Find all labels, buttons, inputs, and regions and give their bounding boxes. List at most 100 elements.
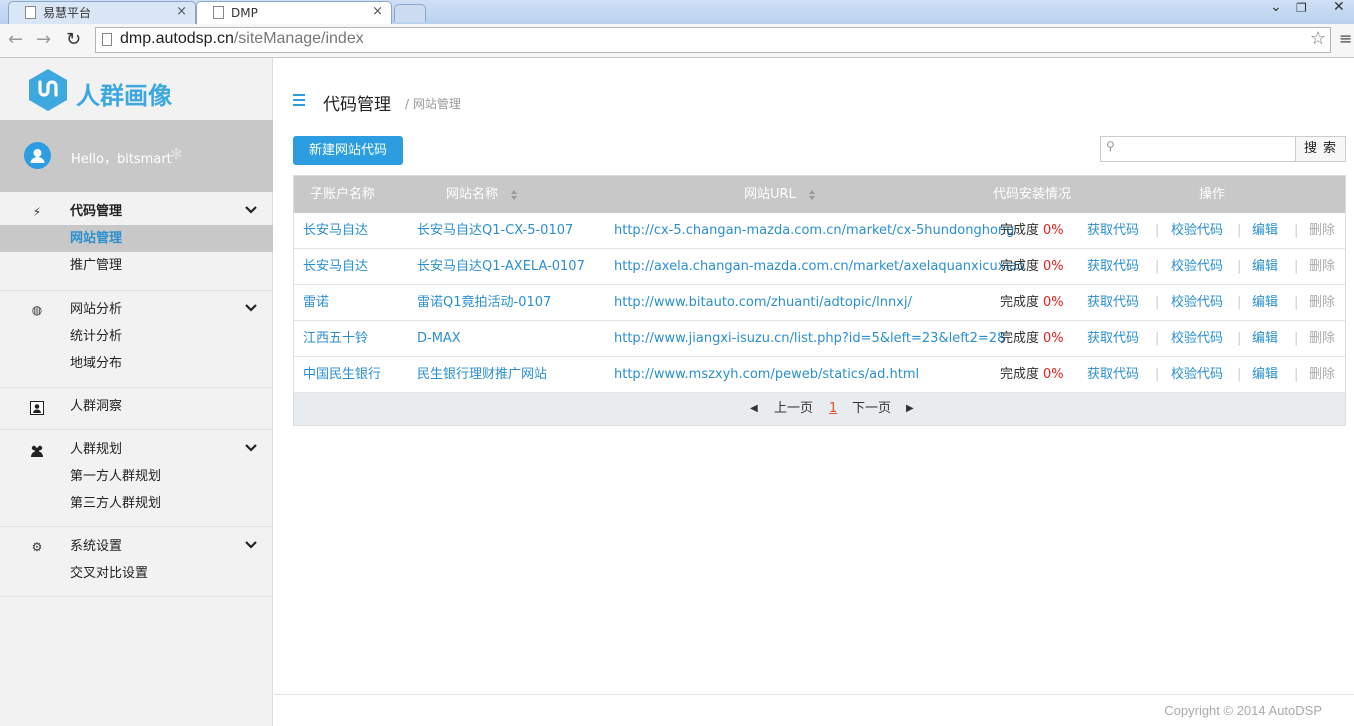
tab-close-icon[interactable]: × bbox=[176, 2, 187, 22]
tab-close-icon[interactable]: × bbox=[372, 2, 383, 22]
forward-icon[interactable]: → bbox=[36, 29, 51, 50]
cell-url[interactable]: http://cx-5.changan-mazda.com.cn/market/… bbox=[614, 213, 1014, 249]
search-box: ⚲ 搜索 bbox=[1100, 136, 1346, 162]
edit-link[interactable]: 编辑 bbox=[1252, 321, 1278, 357]
sidebar-item-first-party[interactable]: 第一方人群规划 bbox=[0, 463, 273, 490]
current-page[interactable]: 1 bbox=[829, 393, 837, 425]
person-card-icon bbox=[30, 394, 44, 420]
url-host: dmp.autodsp.cn bbox=[120, 30, 234, 47]
verify-code-link[interactable]: 校验代码 bbox=[1171, 321, 1223, 357]
footer: Copyright © 2014 AutoDSP bbox=[274, 694, 1354, 726]
avatar[interactable] bbox=[24, 142, 51, 169]
prev-arrow-icon[interactable]: ◀ bbox=[750, 393, 758, 425]
cell-site-name[interactable]: 长安马自达Q1-CX-5-0107 bbox=[417, 213, 573, 249]
cell-url[interactable]: http://axela.changan-mazda.com.cn/market… bbox=[614, 249, 1025, 285]
next-arrow-icon[interactable]: ▶ bbox=[906, 393, 914, 425]
logo-icon bbox=[29, 69, 67, 111]
cell-url[interactable]: http://www.mszxyh.com/peweb/statics/ad.h… bbox=[614, 357, 919, 393]
col-url-label: 网站URL bbox=[744, 187, 796, 202]
menu-head-crowd-insight[interactable]: 人群洞察 bbox=[0, 394, 273, 420]
chevron-down-icon[interactable] bbox=[244, 295, 258, 321]
new-tab-button[interactable] bbox=[394, 4, 426, 22]
edit-link[interactable]: 编辑 bbox=[1252, 357, 1278, 393]
action-separator: | bbox=[1294, 367, 1299, 382]
cell-url[interactable]: http://www.jiangxi-isuzu.cn/list.php?id=… bbox=[614, 321, 1005, 357]
cell-url[interactable]: http://www.bitauto.com/zhuanti/adtopic/l… bbox=[614, 285, 912, 321]
breadcrumb: / 网站管理 bbox=[405, 97, 461, 111]
globe-icon: ◍ bbox=[31, 303, 43, 317]
tab-title: DMP bbox=[231, 6, 258, 20]
sidebar-item-site-management[interactable]: 网站管理 bbox=[0, 225, 273, 252]
menu-head-system-settings[interactable]: ⚙ 系统设置 bbox=[0, 534, 273, 560]
reload-icon[interactable]: ↻ bbox=[66, 29, 81, 50]
sidebar-item-region[interactable]: 地域分布 bbox=[0, 350, 273, 377]
status-label: 完成度 bbox=[1000, 223, 1040, 238]
edit-link[interactable]: 编辑 bbox=[1252, 285, 1278, 321]
edit-link[interactable]: 编辑 bbox=[1252, 249, 1278, 285]
cell-site-name[interactable]: 雷诺Q1竟拍活动-0107 bbox=[417, 285, 551, 321]
star-icon[interactable]: ☆ bbox=[1310, 28, 1326, 49]
col-url[interactable]: 网站URL bbox=[744, 176, 816, 213]
cell-account[interactable]: 雷诺 bbox=[303, 285, 329, 321]
sidebar-item-third-party[interactable]: 第三方人群规划 bbox=[0, 490, 273, 517]
status-percent: 0% bbox=[1043, 223, 1064, 238]
hamburger-icon[interactable] bbox=[293, 94, 305, 109]
get-code-link[interactable]: 获取代码 bbox=[1087, 213, 1139, 249]
sort-icon[interactable] bbox=[808, 189, 816, 201]
settings-gear-icon[interactable]: ✻ bbox=[170, 145, 183, 163]
sidebar-item-statistics[interactable]: 统计分析 bbox=[0, 323, 273, 350]
url-input[interactable]: dmp.autodsp.cn/siteManage/index ☆ bbox=[95, 27, 1331, 53]
delete-link[interactable]: 删除 bbox=[1309, 285, 1335, 321]
menu-head-code-management[interactable]: ⚡ 代码管理 bbox=[0, 199, 273, 225]
verify-code-link[interactable]: 校验代码 bbox=[1171, 213, 1223, 249]
delete-link[interactable]: 删除 bbox=[1309, 357, 1335, 393]
cell-site-name[interactable]: 长安马自达Q1-AXELA-0107 bbox=[417, 249, 585, 285]
cell-site-name[interactable]: 民生银行理财推广网站 bbox=[417, 357, 547, 393]
url-path: /siteManage/index bbox=[233, 30, 364, 47]
cell-account[interactable]: 长安马自达 bbox=[303, 249, 368, 285]
table-row: 中国民生银行 民生银行理财推广网站 http://www.mszxyh.com/pe… bbox=[294, 357, 1345, 393]
delete-link[interactable]: 删除 bbox=[1309, 249, 1335, 285]
browser-tab[interactable]: 易慧平台 × bbox=[8, 1, 196, 24]
back-icon[interactable]: ← bbox=[8, 29, 23, 50]
menu-head-site-analysis[interactable]: ◍ 网站分析 bbox=[0, 297, 273, 323]
sort-icon[interactable] bbox=[510, 189, 518, 201]
delete-link[interactable]: 删除 bbox=[1309, 321, 1335, 357]
get-code-link[interactable]: 获取代码 bbox=[1087, 357, 1139, 393]
sidebar-item-cross-compare[interactable]: 交叉对比设置 bbox=[0, 560, 273, 587]
search-button[interactable]: 搜索 bbox=[1295, 136, 1346, 162]
action-separator: | bbox=[1155, 295, 1160, 310]
search-input[interactable] bbox=[1100, 136, 1296, 162]
logo-text: 人群画像 bbox=[76, 82, 172, 110]
sidebar-item-promo-management[interactable]: 推广管理 bbox=[0, 252, 273, 279]
browser-tab-active[interactable]: DMP × bbox=[196, 1, 392, 24]
cell-account[interactable]: 长安马自达 bbox=[303, 213, 368, 249]
menu-icon[interactable]: ≡ bbox=[1339, 29, 1352, 48]
verify-code-link[interactable]: 校验代码 bbox=[1171, 249, 1223, 285]
new-site-code-button[interactable]: 新建网站代码 bbox=[293, 136, 403, 165]
menu-group-site-analysis: ◍ 网站分析 统计分析 地域分布 bbox=[0, 297, 273, 388]
verify-code-link[interactable]: 校验代码 bbox=[1171, 357, 1223, 393]
get-code-link[interactable]: 获取代码 bbox=[1087, 321, 1139, 357]
next-page-link[interactable]: 下一页 bbox=[852, 393, 891, 425]
get-code-link[interactable]: 获取代码 bbox=[1087, 249, 1139, 285]
menu-group-insight: 人群洞察 bbox=[0, 394, 273, 430]
prev-page-link[interactable]: 上一页 bbox=[774, 393, 813, 425]
minimize-icon[interactable]: ⌄ bbox=[1270, 0, 1282, 15]
col-install-status: 代码安装情况 bbox=[993, 187, 1072, 202]
action-separator: | bbox=[1294, 223, 1299, 238]
chevron-down-icon[interactable] bbox=[244, 532, 258, 558]
edit-link[interactable]: 编辑 bbox=[1252, 213, 1278, 249]
cell-account[interactable]: 中国民生银行 bbox=[303, 357, 381, 393]
close-icon[interactable]: ✕ bbox=[1333, 0, 1345, 15]
menu-head-crowd-planning[interactable]: 人群规划 bbox=[0, 437, 273, 463]
chevron-down-icon[interactable] bbox=[244, 197, 258, 223]
maximize-icon[interactable]: ❐ bbox=[1296, 1, 1307, 15]
cell-site-name[interactable]: D-MAX bbox=[417, 321, 461, 357]
delete-link[interactable]: 删除 bbox=[1309, 213, 1335, 249]
cell-account[interactable]: 江西五十铃 bbox=[303, 321, 368, 357]
get-code-link[interactable]: 获取代码 bbox=[1087, 285, 1139, 321]
chevron-down-icon[interactable] bbox=[244, 435, 258, 461]
col-site-name[interactable]: 网站名称 bbox=[446, 176, 518, 213]
verify-code-link[interactable]: 校验代码 bbox=[1171, 285, 1223, 321]
